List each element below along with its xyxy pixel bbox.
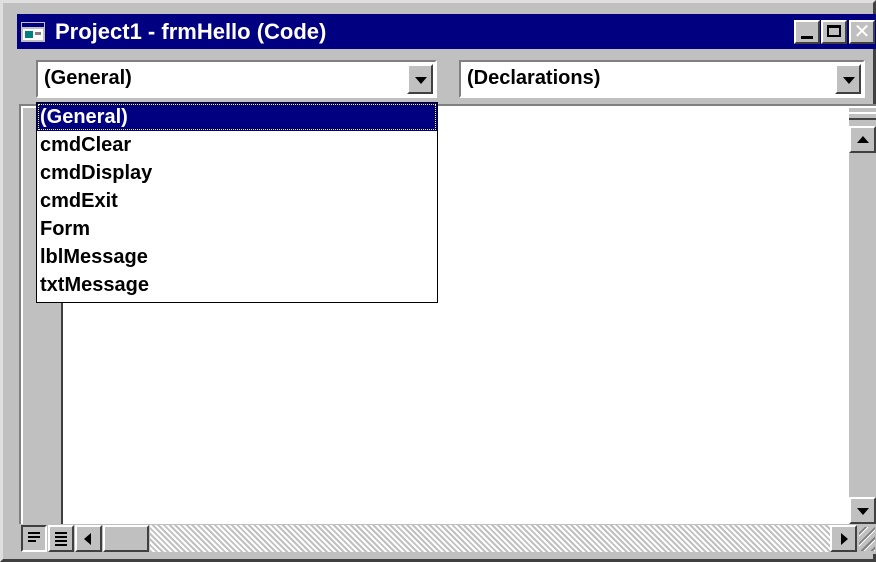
arrow-up-icon bbox=[857, 136, 869, 143]
scroll-right-button[interactable] bbox=[830, 525, 857, 552]
dropdown-item[interactable]: cmdDisplay bbox=[37, 159, 437, 187]
dropdown-item[interactable]: lblMessage bbox=[37, 243, 437, 271]
object-combo-dropdown-button[interactable] bbox=[407, 64, 433, 94]
vertical-scrollbar[interactable] bbox=[849, 108, 876, 526]
arrow-left-icon bbox=[84, 533, 91, 545]
horizontal-scroll-thumb[interactable] bbox=[103, 525, 149, 552]
maximize-icon bbox=[827, 25, 841, 37]
dropdown-item[interactable]: txtMessage bbox=[37, 271, 437, 299]
bottom-bar bbox=[19, 524, 876, 554]
close-icon: ✕ bbox=[853, 19, 871, 43]
object-combo[interactable]: (General) bbox=[36, 60, 437, 98]
chevron-down-icon bbox=[843, 77, 855, 84]
code-window: Project1 - frmHello (Code) ✕ (General) (… bbox=[0, 0, 876, 562]
dropdown-item[interactable]: (General) bbox=[37, 103, 437, 131]
arrow-down-icon bbox=[857, 508, 869, 515]
scroll-left-button[interactable] bbox=[75, 525, 102, 552]
procedure-view-button[interactable] bbox=[21, 525, 47, 552]
procedure-combo-value: (Declarations) bbox=[467, 67, 601, 89]
procedure-combo-dropdown-button[interactable] bbox=[835, 64, 861, 94]
object-combo-value: (General) bbox=[44, 67, 132, 89]
resize-grip-icon[interactable] bbox=[859, 527, 875, 551]
scroll-down-button[interactable] bbox=[849, 497, 876, 524]
full-module-view-button[interactable] bbox=[48, 525, 74, 552]
dropdown-item[interactable]: cmdExit bbox=[37, 187, 437, 215]
window-title: Project1 - frmHello (Code) bbox=[55, 19, 327, 44]
full-module-view-icon bbox=[55, 532, 67, 548]
form-icon[interactable] bbox=[21, 22, 45, 42]
horizontal-scroll-track[interactable] bbox=[150, 525, 830, 552]
title-bar[interactable]: Project1 - frmHello (Code) ✕ bbox=[17, 14, 876, 49]
object-dropdown-list[interactable]: (General) cmdClear cmdDisplay cmdExit Form lb… bbox=[36, 102, 438, 303]
maximize-button[interactable] bbox=[821, 20, 847, 44]
dropdown-item[interactable]: cmdClear bbox=[37, 131, 437, 159]
chevron-down-icon bbox=[415, 77, 427, 84]
arrow-right-icon bbox=[841, 533, 848, 545]
procedure-combo[interactable]: (Declarations) bbox=[459, 60, 865, 98]
minimize-icon bbox=[801, 36, 813, 39]
dropdown-item[interactable]: Form bbox=[37, 215, 437, 243]
minimize-button[interactable] bbox=[794, 20, 820, 44]
scroll-up-button[interactable] bbox=[849, 126, 876, 153]
close-button[interactable]: ✕ bbox=[849, 19, 875, 44]
split-bar[interactable] bbox=[849, 112, 876, 120]
procedure-view-icon bbox=[28, 532, 40, 544]
